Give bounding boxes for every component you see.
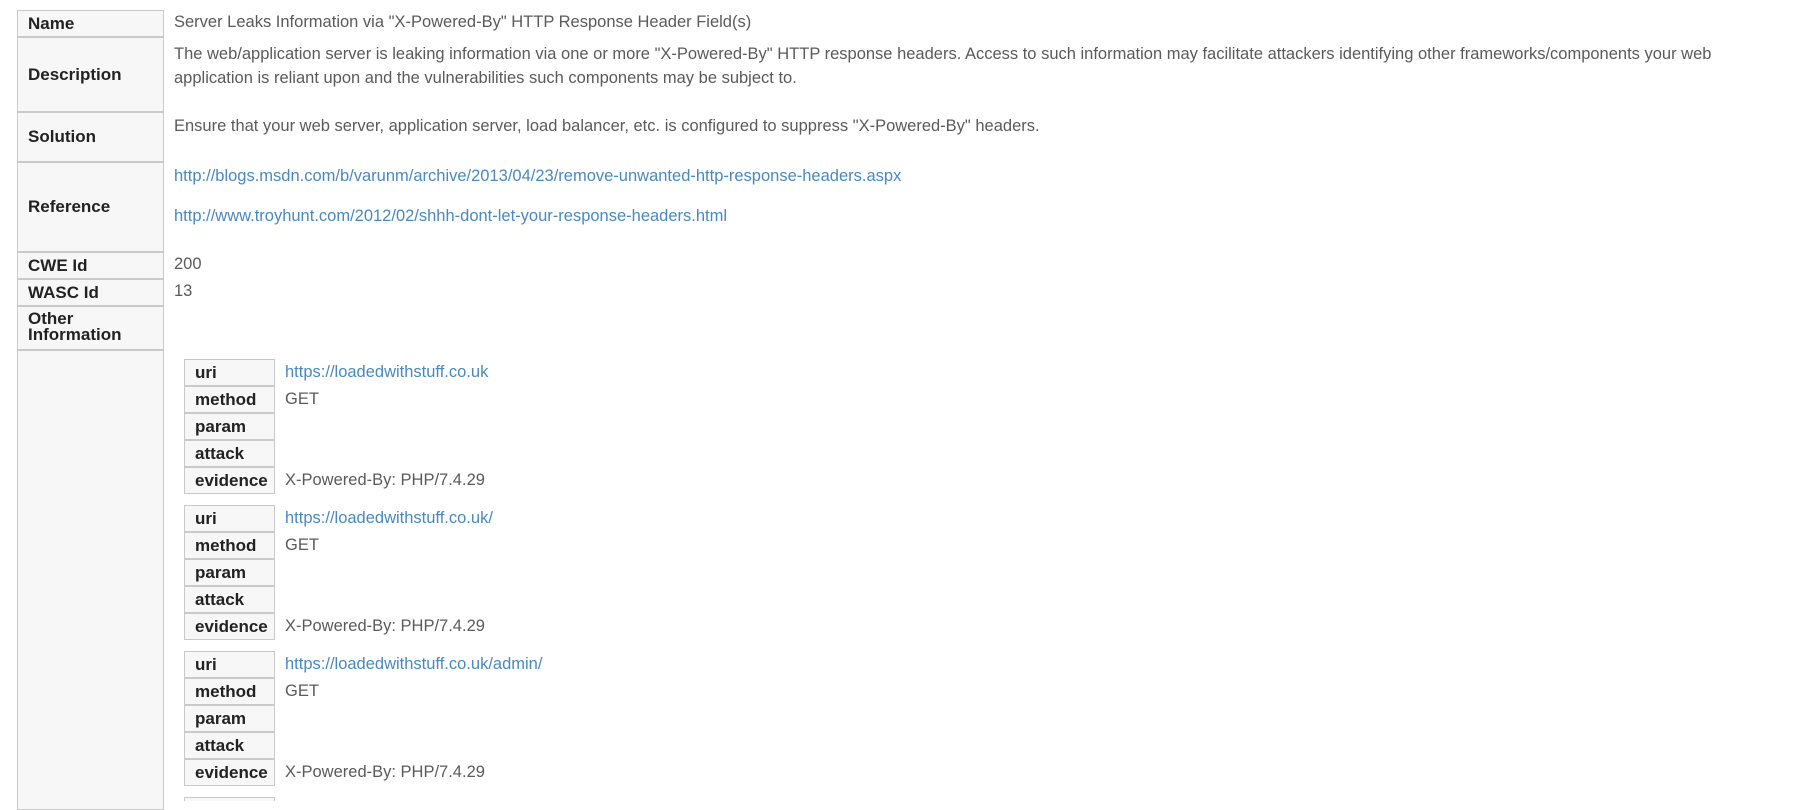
evidence-label: evidence bbox=[184, 759, 275, 786]
description-label: Description bbox=[17, 37, 164, 112]
reference-link-2[interactable]: http://www.troyhunt.com/2012/02/shhh-don… bbox=[174, 207, 727, 225]
reference-2-cell: http://www.troyhunt.com/2012/02/shhh-don… bbox=[174, 207, 727, 226]
method-value: GET bbox=[285, 682, 319, 700]
param-label: param bbox=[184, 413, 275, 440]
alert-description: The web/application server is leaking in… bbox=[174, 45, 1712, 87]
param-label: param bbox=[184, 559, 275, 586]
reference-1-cell: http://blogs.msdn.com/b/varunm/archive/2… bbox=[174, 167, 901, 186]
evidence-value: X-Powered-By: PHP/7.4.29 bbox=[285, 617, 485, 635]
reference-label: Reference bbox=[17, 162, 164, 252]
attack-label: attack bbox=[184, 440, 275, 467]
attack-label: attack bbox=[184, 732, 275, 759]
param-label: param bbox=[184, 705, 275, 732]
evidence-value: X-Powered-By: PHP/7.4.29 bbox=[285, 471, 485, 489]
wasc-id-label: WASC Id bbox=[17, 279, 164, 306]
evidence-label: evidence bbox=[184, 613, 275, 640]
uri-label: uri bbox=[184, 651, 275, 678]
reference-link-1[interactable]: http://blogs.msdn.com/b/varunm/archive/2… bbox=[174, 167, 901, 185]
alert-solution: Ensure that your web server, application… bbox=[174, 117, 1040, 135]
cwe-id-label: CWE Id bbox=[17, 252, 164, 279]
evidence-value: X-Powered-By: PHP/7.4.29 bbox=[285, 763, 485, 781]
method-label: method bbox=[184, 532, 275, 559]
uri-label: uri bbox=[184, 505, 275, 532]
method-value: GET bbox=[285, 390, 319, 408]
other-information-label: Other Information bbox=[17, 306, 164, 350]
cwe-id-value: 200 bbox=[174, 255, 202, 273]
uri-value: https://loadedwithstuff.co.uk bbox=[285, 359, 488, 386]
uri-value: https://loadedwithstuff.co.uk/ bbox=[285, 505, 493, 532]
uri-link-1[interactable]: https://loadedwithstuff.co.uk bbox=[285, 363, 488, 381]
wasc-id-value: 13 bbox=[174, 282, 193, 300]
alert-name: Server Leaks Information via "X-Powered-… bbox=[174, 13, 752, 31]
uri-label: uri bbox=[184, 359, 275, 386]
evidence-label: evidence bbox=[184, 467, 275, 494]
method-value: GET bbox=[285, 536, 319, 554]
solution-label: Solution bbox=[17, 112, 164, 162]
uri-link-2[interactable]: https://loadedwithstuff.co.uk/ bbox=[285, 509, 493, 527]
uri-link-3[interactable]: https://loadedwithstuff.co.uk/admin/ bbox=[285, 655, 542, 673]
method-label: method bbox=[184, 386, 275, 413]
uri-value: https://loadedwithstuff.co.uk/admin/ bbox=[285, 651, 542, 678]
next-instance-partial bbox=[184, 797, 275, 801]
instances-label-cell bbox=[17, 350, 164, 810]
attack-label: attack bbox=[184, 586, 275, 613]
method-label: method bbox=[184, 678, 275, 705]
name-label: Name bbox=[17, 10, 164, 37]
